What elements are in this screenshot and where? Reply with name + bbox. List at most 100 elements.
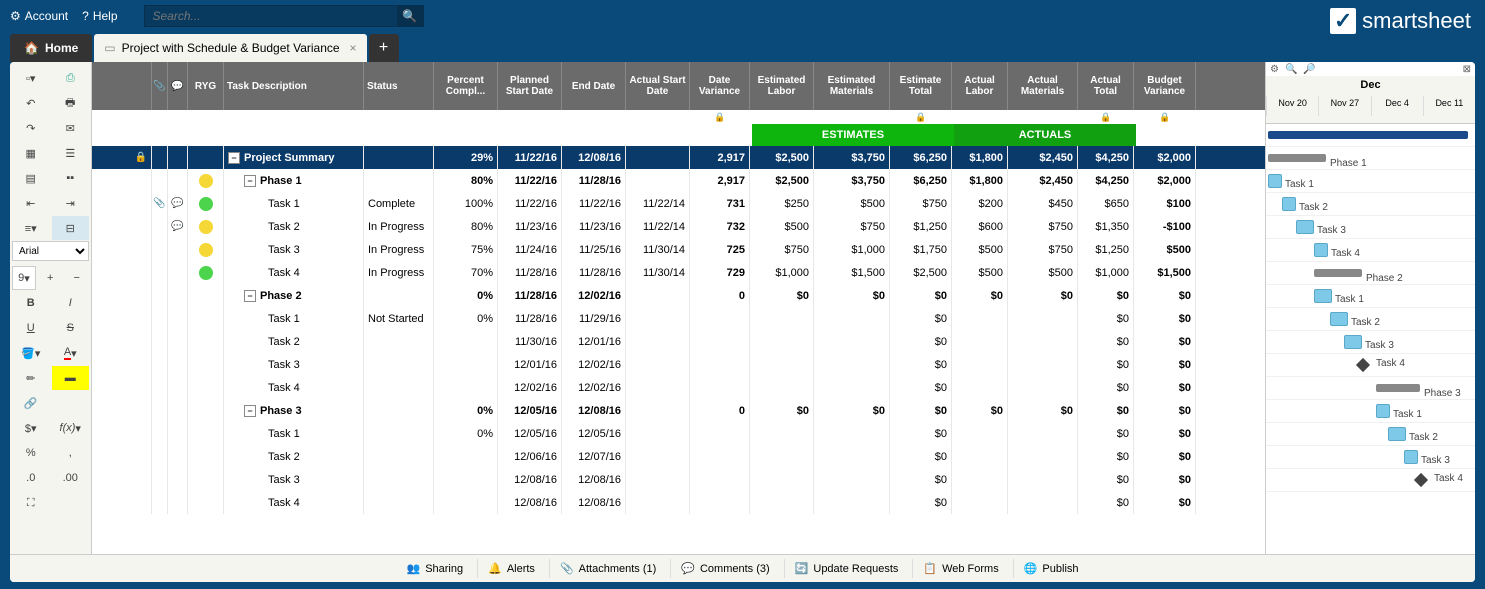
italic-button[interactable]: I [52,291,90,315]
gantt-bar[interactable]: Task 1 [1314,289,1332,303]
gantt-view-button[interactable]: ☰ [52,141,90,165]
col-est-materials[interactable]: Estimated Materials [814,62,890,110]
help-link[interactable]: ?Help [82,9,117,23]
comment-icon[interactable]: 💬 [171,198,183,209]
gantt-bar[interactable]: Task 4 [1314,243,1328,257]
close-icon[interactable]: × [350,41,357,55]
table-row[interactable]: 📎 💬 Task 1 Complete 100% 11/22/16 11/22/… [92,192,1265,215]
indent-button[interactable]: ⇤ [12,191,50,215]
gantt-settings-icon[interactable]: ⚙ [1270,64,1279,75]
gantt-milestone[interactable] [1414,473,1428,487]
col-act-labor[interactable]: Actual Labor [952,62,1008,110]
gantt-bar[interactable] [1268,131,1468,139]
gantt-bar[interactable]: Phase 1 [1268,154,1326,162]
col-comment[interactable]: 💬 [168,62,188,110]
col-actual-start[interactable]: Actual Start Date [626,62,690,110]
col-attachment[interactable]: 📎 [152,62,168,110]
zoom-in-icon[interactable]: 🔎 [1303,64,1315,75]
web-forms-button[interactable]: 📋Web Forms [912,559,1008,578]
collapse-icon[interactable]: − [228,152,240,164]
comment-icon[interactable]: 💬 [171,221,183,232]
decrease-decimal-button[interactable]: .0 [12,466,50,490]
increase-size-button[interactable]: + [38,266,63,290]
calendar-view-button[interactable]: ▤ [12,166,50,190]
alerts-button[interactable]: 🔔Alerts [477,559,545,578]
gantt-bar[interactable]: Task 2 [1282,197,1296,211]
text-color-button[interactable]: A▾ [52,341,90,365]
gantt-bar[interactable]: Phase 2 [1314,269,1362,277]
col-percent[interactable]: Percent Compl... [434,62,498,110]
highlight-color-button[interactable]: ▬ [52,366,90,390]
comments-button[interactable]: 💬Comments (3) [670,559,779,578]
publish-button[interactable]: 🌐Publish [1013,559,1089,578]
underline-button[interactable]: U [12,316,50,340]
gantt-milestone[interactable] [1356,358,1370,372]
wrap-button[interactable]: ⊟ [52,216,90,240]
collapse-icon[interactable]: − [244,175,256,187]
undo-button[interactable]: ↶ [12,91,50,115]
currency-button[interactable]: $▾ [12,416,50,440]
search-button[interactable]: 🔍 [397,5,423,27]
save-button[interactable]: ▫▾ [12,66,50,90]
card-view-button[interactable]: ▪▪ [52,166,90,190]
col-act-total[interactable]: Actual Total [1078,62,1134,110]
font-size-select[interactable]: 9▾ [12,266,36,290]
col-status[interactable]: Status [364,62,434,110]
table-row[interactable]: Task 3 12/08/16 12/08/16 $0 $0 $0 [92,468,1265,491]
gantt-bar[interactable]: Task 1 [1376,404,1390,418]
col-ryg[interactable]: RYG [188,62,224,110]
decrease-size-button[interactable]: − [65,266,90,290]
collapse-icon[interactable]: − [244,405,256,417]
percent-button[interactable]: % [12,441,50,465]
document-tab[interactable]: ▭Project with Schedule & Budget Variance… [94,34,366,62]
expand-button[interactable]: ⛶ [12,491,50,515]
link-button[interactable]: 🔗 [12,391,50,415]
gantt-bar[interactable]: Task 1 [1268,174,1282,188]
sharing-button[interactable]: 👥Sharing [396,559,473,578]
table-row[interactable]: Task 4 In Progress 70% 11/28/16 11/28/16… [92,261,1265,284]
col-planned-start[interactable]: Planned Start Date [498,62,562,110]
table-row[interactable]: −Phase 1 80% 11/22/16 11/28/16 2,917 $2,… [92,169,1265,192]
outdent-button[interactable]: ⇥ [52,191,90,215]
col-est-labor[interactable]: Estimated Labor [750,62,814,110]
bold-button[interactable]: B [12,291,50,315]
table-row[interactable]: Task 4 12/02/16 12/02/16 $0 $0 $0 [92,376,1265,399]
format-painter-button[interactable]: ⎙ [52,66,90,90]
attachments-button[interactable]: 📎Attachments (1) [549,559,666,578]
account-link[interactable]: ⚙Account [10,9,68,23]
home-tab[interactable]: 🏠Home [10,34,92,62]
update-requests-button[interactable]: 🔄Update Requests [784,559,909,578]
col-description[interactable]: Task Description [224,62,364,110]
formula-button[interactable]: f(x)▾ [52,416,90,440]
grid-view-button[interactable]: ▦ [12,141,50,165]
table-row[interactable]: Task 3 12/01/16 12/02/16 $0 $0 $0 [92,353,1265,376]
col-rownum[interactable] [92,62,152,110]
fill-color-button[interactable]: 🪣▾ [12,341,50,365]
col-est-total[interactable]: Estimate Total [890,62,952,110]
table-row[interactable]: 💬 Task 2 In Progress 80% 11/23/16 11/23/… [92,215,1265,238]
search-input[interactable] [145,9,397,23]
table-row[interactable]: Task 2 12/06/16 12/07/16 $0 $0 $0 [92,445,1265,468]
gantt-bar[interactable]: Task 3 [1296,220,1314,234]
gantt-bar[interactable]: Task 3 [1404,450,1418,464]
table-row[interactable]: Task 2 11/30/16 12/01/16 $0 $0 $0 [92,330,1265,353]
paperclip-icon[interactable]: 📎 [153,198,165,209]
table-row[interactable]: Task 1 0% 12/05/16 12/05/16 $0 $0 $0 [92,422,1265,445]
gantt-bar[interactable]: Task 3 [1344,335,1362,349]
gantt-bar[interactable]: Task 2 [1388,427,1406,441]
col-budget-variance[interactable]: Budget Variance [1134,62,1196,110]
font-select[interactable]: Arial [12,241,89,261]
gantt-bar[interactable]: Phase 3 [1376,384,1420,392]
add-tab-button[interactable]: + [369,34,399,62]
table-row[interactable]: Task 3 In Progress 75% 11/24/16 11/25/16… [92,238,1265,261]
thousands-button[interactable]: , [52,441,90,465]
table-row[interactable]: −Phase 3 0% 12/05/16 12/08/16 0 $0 $0 $0… [92,399,1265,422]
col-act-materials[interactable]: Actual Materials [1008,62,1078,110]
zoom-out-icon[interactable]: 🔍 [1285,64,1297,75]
col-date-variance[interactable]: Date Variance [690,62,750,110]
table-row[interactable]: Task 4 12/08/16 12/08/16 $0 $0 $0 [92,491,1265,514]
redo-button[interactable]: ↷ [12,116,50,140]
table-row[interactable]: 🔒 −Project Summary 29% 11/22/16 12/08/16… [92,146,1265,169]
print-button[interactable]: 🖶 [52,91,90,115]
col-end-date[interactable]: End Date [562,62,626,110]
